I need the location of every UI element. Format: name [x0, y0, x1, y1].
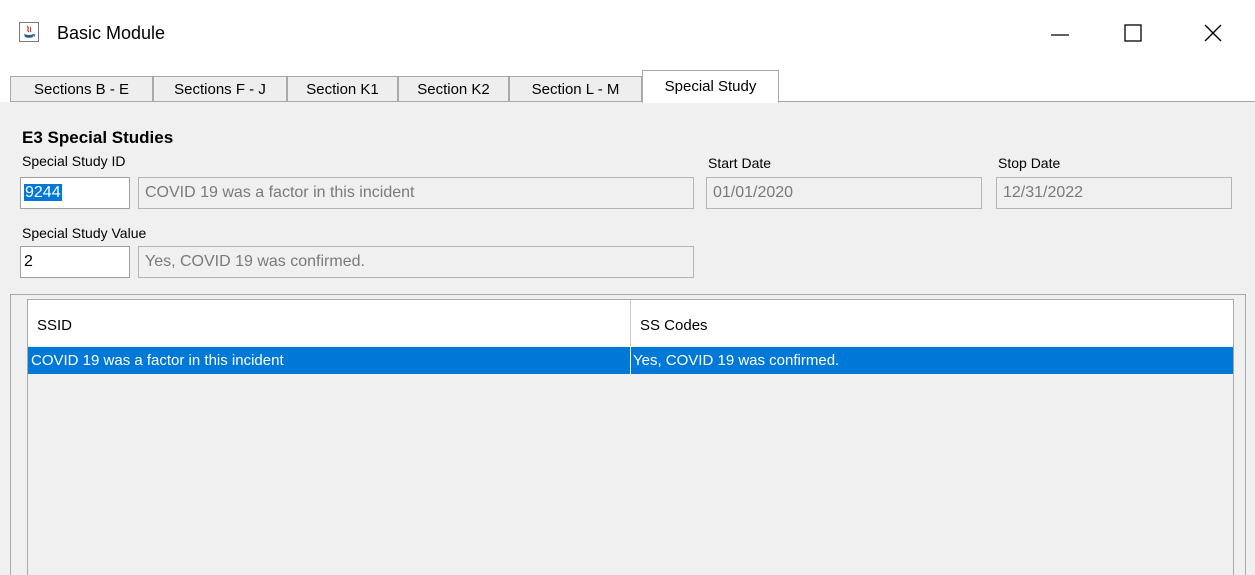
stop-date-label: Stop Date: [998, 155, 1061, 171]
minimize-icon: [1051, 34, 1069, 36]
special-study-value-input[interactable]: 2: [20, 246, 130, 278]
row-cell-divider: [630, 347, 631, 374]
column-header-ss-codes[interactable]: SS Codes: [631, 300, 1231, 346]
maximize-icon: [1124, 24, 1142, 42]
title-bar: Basic Module: [0, 0, 1255, 64]
tab-special-study[interactable]: Special Study: [642, 70, 779, 103]
stop-date-field: 12/31/2022: [996, 177, 1232, 209]
basic-module-window: Basic Module Sections B - E Sections F -…: [0, 0, 1255, 575]
special-study-id-description: COVID 19 was a factor in this incident: [138, 177, 694, 209]
column-header-ssid[interactable]: SSID: [28, 300, 630, 346]
special-study-value-label: Special Study Value: [22, 225, 147, 241]
start-date-field: 01/01/2020: [706, 177, 982, 209]
tab-baseline: [10, 101, 1255, 102]
special-study-id-label: Special Study ID: [22, 153, 126, 169]
minimize-button[interactable]: [1033, 10, 1087, 54]
section-title: E3 Special Studies: [22, 128, 174, 147]
table-cell-ss-codes[interactable]: Yes, COVID 19 was confirmed.: [633, 347, 1229, 374]
window-title: Basic Module: [57, 23, 166, 43]
table-cell-ssid[interactable]: COVID 19 was a factor in this incident: [31, 347, 627, 374]
special-study-id-value: 9244: [24, 184, 62, 201]
tab-section-l-m[interactable]: Section L - M: [509, 76, 642, 102]
tab-section-k2[interactable]: Section K2: [398, 76, 509, 102]
close-button[interactable]: [1186, 10, 1240, 54]
special-study-value-description: Yes, COVID 19 was confirmed.: [138, 246, 694, 278]
close-icon: [1204, 24, 1222, 42]
start-date-label: Start Date: [708, 155, 772, 171]
special-study-id-input[interactable]: 9244: [20, 177, 130, 209]
maximize-button[interactable]: [1106, 10, 1160, 54]
tab-section-k1[interactable]: Section K1: [287, 76, 398, 102]
tab-sections-b-e[interactable]: Sections B - E: [10, 76, 153, 102]
tab-sections-f-j[interactable]: Sections F - J: [153, 76, 287, 102]
java-app-icon: [19, 22, 39, 42]
